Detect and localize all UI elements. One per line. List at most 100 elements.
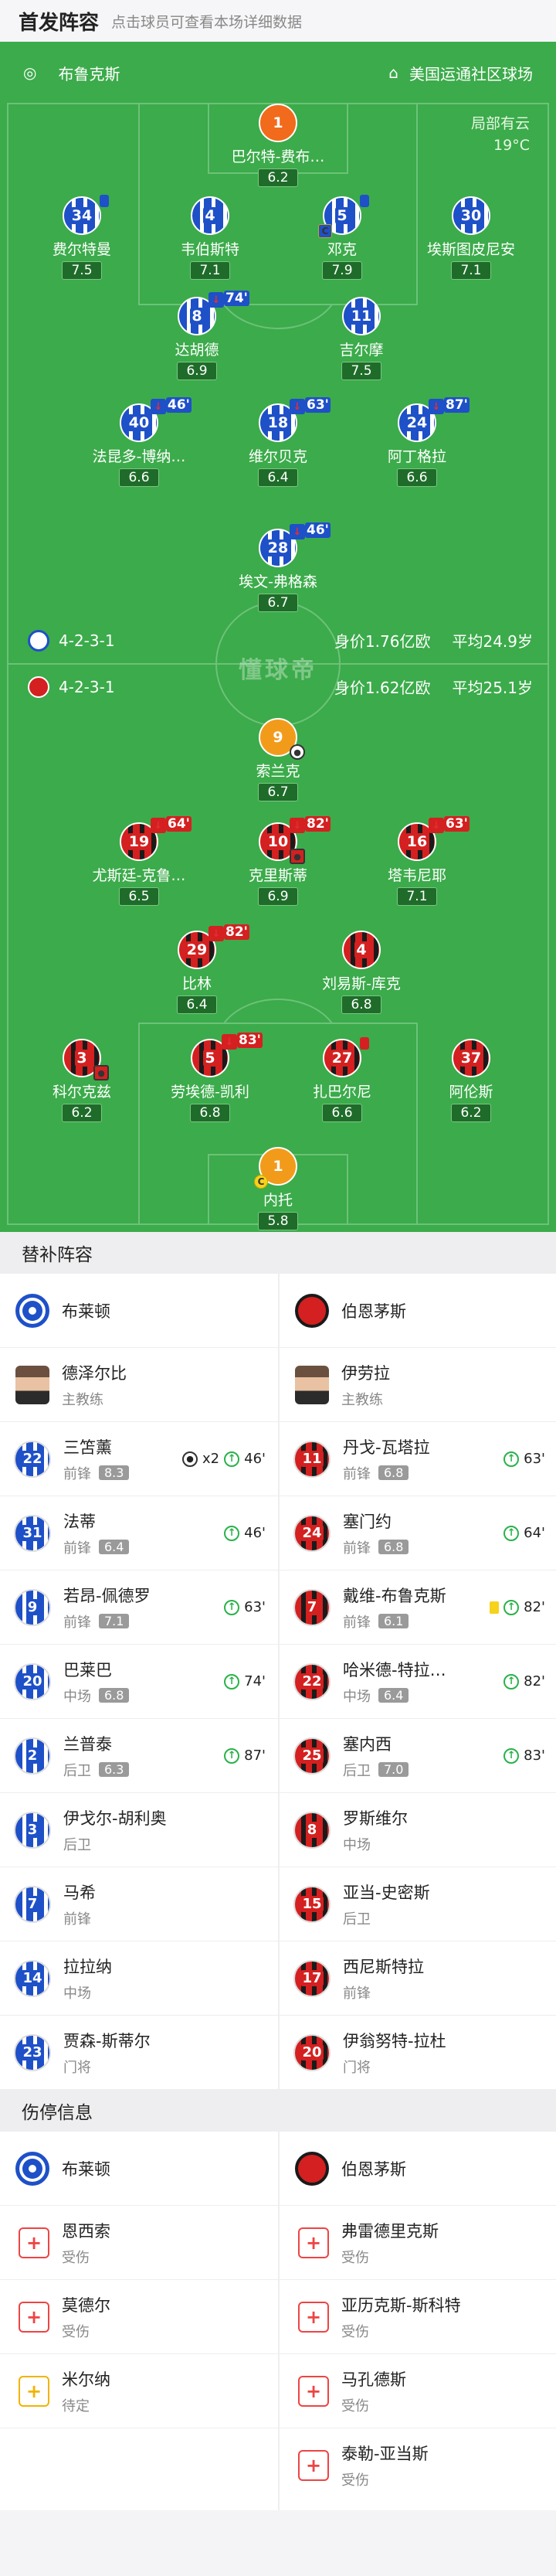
player-shirt-icon: 20 xyxy=(14,1662,51,1700)
away-coach[interactable]: 伊劳拉 主教练 xyxy=(280,1348,556,1422)
player-name: 戴维-布鲁克斯 xyxy=(343,1586,446,1605)
player-name: 伊翁努特-拉杜 xyxy=(343,2031,446,2050)
player-rating: 7.1 xyxy=(397,887,437,906)
player-shirt-icon: 9 xyxy=(14,1588,51,1626)
sub-player-away[interactable]: 8 罗斯维尔 中场 xyxy=(280,1793,556,1867)
player-shirt-icon: 22 xyxy=(14,1440,51,1478)
home-formation-row: 4-2-3-1 身价1.76亿欧 平均24.9岁 xyxy=(0,629,556,652)
player-rating: 7.5 xyxy=(341,362,381,380)
match-label: 布鲁克斯 xyxy=(58,64,120,83)
weather-info: 局部有云 19°C xyxy=(471,113,530,156)
injury-status: 受伤 xyxy=(341,2472,369,2489)
player-shirt-icon: 8 xyxy=(293,1811,331,1849)
player-number: 30 xyxy=(459,207,483,224)
sub-in-icon: ↑ xyxy=(503,1599,520,1615)
sub-player-home[interactable]: 3 伊戈尔-胡利奥 后卫 xyxy=(0,1793,278,1867)
player-rating: 7.0 xyxy=(378,1762,409,1777)
subs-away-team[interactable]: 伯恩茅斯 xyxy=(280,1274,556,1348)
player-home-4[interactable]: 30 埃斯图皮尼安 7.1 xyxy=(386,196,556,280)
sub-player-home[interactable]: 23 贾森-斯蒂尔 门将 xyxy=(0,2016,278,2090)
player-home-6[interactable]: 11 吉尔摩 7.5 xyxy=(276,297,446,380)
sub-in-icon: ↑ xyxy=(503,1747,520,1764)
sub-minute: 82' xyxy=(305,816,331,832)
player-home-5[interactable]: 8 ↓ 74' 达胡德 6.9 xyxy=(112,291,282,380)
player-away-0[interactable]: 9 ● 索兰克 6.7 xyxy=(193,718,363,801)
injury-status: 待定 xyxy=(62,2397,90,2414)
goal-ball-icon: ● xyxy=(290,849,305,864)
sub-events: ↑ 83' xyxy=(503,1747,545,1764)
player-number: 9 xyxy=(273,729,283,746)
player-home-9[interactable]: 24 ↓ 87' 阿丁格拉 6.6 xyxy=(332,397,502,487)
player-name: 塞门约 xyxy=(343,1512,392,1531)
player-rating: 6.2 xyxy=(62,1104,102,1122)
sub-player-away[interactable]: 7 戴维-布鲁克斯 前锋 6.1 ↑ 82' xyxy=(280,1570,556,1645)
sub-player-away[interactable]: 11 丹戈-瓦塔拉 前锋 6.8 ↑ 63' xyxy=(280,1422,556,1496)
sub-player-away[interactable]: 17 西尼斯特拉 前锋 xyxy=(280,1941,556,2016)
player-name: 阿丁格拉 xyxy=(387,448,446,465)
sub-minute: 63' xyxy=(244,1599,266,1615)
brighton-logo-icon xyxy=(15,1293,49,1328)
sub-player-home[interactable]: 14 拉拉纳 中场 xyxy=(0,1941,278,2016)
home-coach[interactable]: 德泽尔比 主教练 xyxy=(0,1348,278,1422)
player-name: 马希 xyxy=(63,1883,96,1902)
injuries-away-team[interactable]: 伯恩茅斯 xyxy=(280,2132,556,2206)
player-rating: 7.9 xyxy=(322,261,362,280)
player-number: 37 xyxy=(459,1050,483,1067)
player-name: 伊戈尔-胡利奥 xyxy=(63,1809,167,1828)
player-rating: 6.8 xyxy=(378,1465,409,1480)
player-shirt-icon: 22 xyxy=(293,1662,331,1700)
player-home-10[interactable]: 28 ↓ 46' 埃文-弗格森 6.7 xyxy=(193,522,363,612)
player-position: 中场 xyxy=(63,1688,91,1705)
player-number: 29 xyxy=(185,941,209,958)
player-name: 兰普泰 xyxy=(63,1734,112,1754)
sub-player-home[interactable]: 20 巴莱巴 中场 6.8 ↑ 74' xyxy=(0,1645,278,1719)
player-rating: 6.3 xyxy=(99,1762,130,1777)
sub-player-home[interactable]: 7 马希 前锋 xyxy=(0,1867,278,1941)
injured-player-home[interactable]: + 恩西索 受伤 xyxy=(0,2206,278,2280)
player-rating: 7.5 xyxy=(62,261,102,280)
yellow-card-icon xyxy=(360,195,369,207)
player-position: 后卫 xyxy=(343,1762,371,1779)
player-away-4[interactable]: 29 ↓ 82' 比林 6.4 xyxy=(112,924,282,1014)
player-number: 25 xyxy=(300,1747,324,1764)
injuries-home-team[interactable]: 布莱顿 xyxy=(0,2132,278,2206)
sub-player-home[interactable]: 31 法蒂 前锋 6.4 ↑ 46' xyxy=(0,1496,278,1570)
player-home-0[interactable]: 1 巴尔特-费布… 6.2 xyxy=(193,104,363,187)
sub-player-home[interactable]: 2 兰普泰 后卫 6.3 ↑ 87' xyxy=(0,1719,278,1793)
temperature: 19°C xyxy=(493,137,530,154)
player-away-5[interactable]: 4 刘易斯-库克 6.8 xyxy=(276,931,446,1014)
player-away-9[interactable]: 37 阿伦斯 6.2 xyxy=(386,1039,556,1122)
player-name: 若昂-佩德罗 xyxy=(63,1586,151,1605)
sub-player-home[interactable]: 9 若昂-佩德罗 前锋 7.1 ↑ 63' xyxy=(0,1570,278,1645)
injury-status: 受伤 xyxy=(62,2323,90,2340)
injured-player-away[interactable]: + 泰勒-亚当斯 受伤 xyxy=(280,2428,556,2503)
sub-player-home[interactable]: 22 三笘薰 前锋 8.3 ● x2 ↑ 46' xyxy=(0,1422,278,1496)
injured-player-home[interactable]: + 米尔纳 待定 xyxy=(0,2354,278,2428)
player-name: 比林 xyxy=(181,975,212,992)
player-number: 23 xyxy=(21,2044,44,2060)
sub-player-away[interactable]: 25 塞内西 后卫 7.0 ↑ 83' xyxy=(280,1719,556,1793)
injured-player-home[interactable]: + 莫德尔 受伤 xyxy=(0,2280,278,2354)
sub-player-away[interactable]: 20 伊翁努特-拉杜 门将 xyxy=(280,2016,556,2090)
injured-player-away[interactable]: + 马孔德斯 受伤 xyxy=(280,2354,556,2428)
player-rating: 6.6 xyxy=(397,468,437,487)
player-shirt-icon: 30 xyxy=(452,196,490,235)
sub-minute: 82' xyxy=(224,924,249,940)
sub-player-away[interactable]: 24 塞门约 前锋 6.8 ↑ 64' xyxy=(280,1496,556,1570)
sub-player-away[interactable]: 15 亚当-史密斯 后卫 xyxy=(280,1867,556,1941)
player-rating: 6.8 xyxy=(378,1540,409,1554)
injured-player-away[interactable]: + 亚历克斯-斯科特 受伤 xyxy=(280,2280,556,2354)
player-rating: 6.2 xyxy=(258,168,298,187)
sub-player-away[interactable]: 22 哈米德-特拉… 中场 6.4 ↑ 82' xyxy=(280,1645,556,1719)
sub-minute: 46' xyxy=(244,1451,266,1467)
team-name: 布莱顿 xyxy=(62,1302,110,1321)
player-number: 3 xyxy=(25,1822,39,1838)
injured-player-away[interactable]: + 弗雷德里克斯 受伤 xyxy=(280,2206,556,2280)
player-away-10[interactable]: 1 C 内托 5.8 xyxy=(193,1147,363,1230)
player-away-3[interactable]: 16 ↓ 63' 塔韦尼耶 7.1 xyxy=(332,816,502,906)
subs-home-team[interactable]: 布莱顿 xyxy=(0,1274,278,1348)
player-name: 亚历克斯-斯科特 xyxy=(341,2295,461,2315)
player-name: 亚当-史密斯 xyxy=(343,1883,430,1902)
player-shirt-icon: 18 ↓ 63' xyxy=(259,397,331,442)
player-position: 中场 xyxy=(343,1836,371,1853)
